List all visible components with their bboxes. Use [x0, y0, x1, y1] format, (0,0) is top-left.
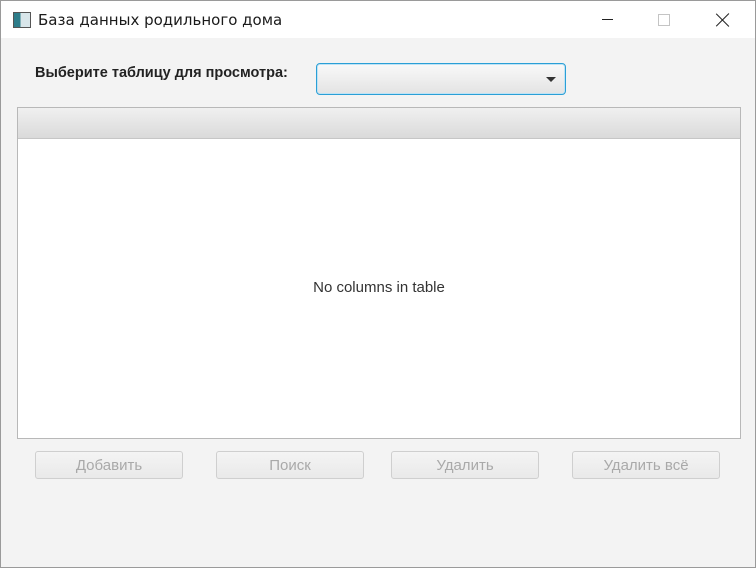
close-icon: [716, 13, 730, 27]
maximize-icon: [658, 13, 670, 26]
close-button[interactable]: [700, 1, 746, 38]
window-title: База данных родильного дома: [38, 11, 283, 29]
delete-all-button[interactable]: Удалить всё: [572, 451, 720, 479]
app-icon: [13, 12, 31, 28]
delete-button[interactable]: Удалить: [391, 451, 539, 479]
table-select-dropdown[interactable]: [316, 63, 566, 95]
table-select-label: Выберите таблицу для просмотра:: [35, 65, 288, 81]
add-button[interactable]: Добавить: [35, 451, 183, 479]
title-bar[interactable]: База данных родильного дома: [1, 1, 755, 38]
table-placeholder: No columns in table: [313, 279, 445, 296]
data-table[interactable]: No columns in table: [17, 107, 741, 439]
minimize-icon: [601, 19, 613, 20]
app-window: База данных родильного дома Выберите таб…: [0, 0, 756, 568]
chevron-down-icon: [546, 77, 556, 82]
maximize-button[interactable]: [641, 1, 687, 38]
minimize-button[interactable]: [584, 1, 630, 38]
table-header: [18, 108, 740, 139]
search-button[interactable]: Поиск: [216, 451, 364, 479]
